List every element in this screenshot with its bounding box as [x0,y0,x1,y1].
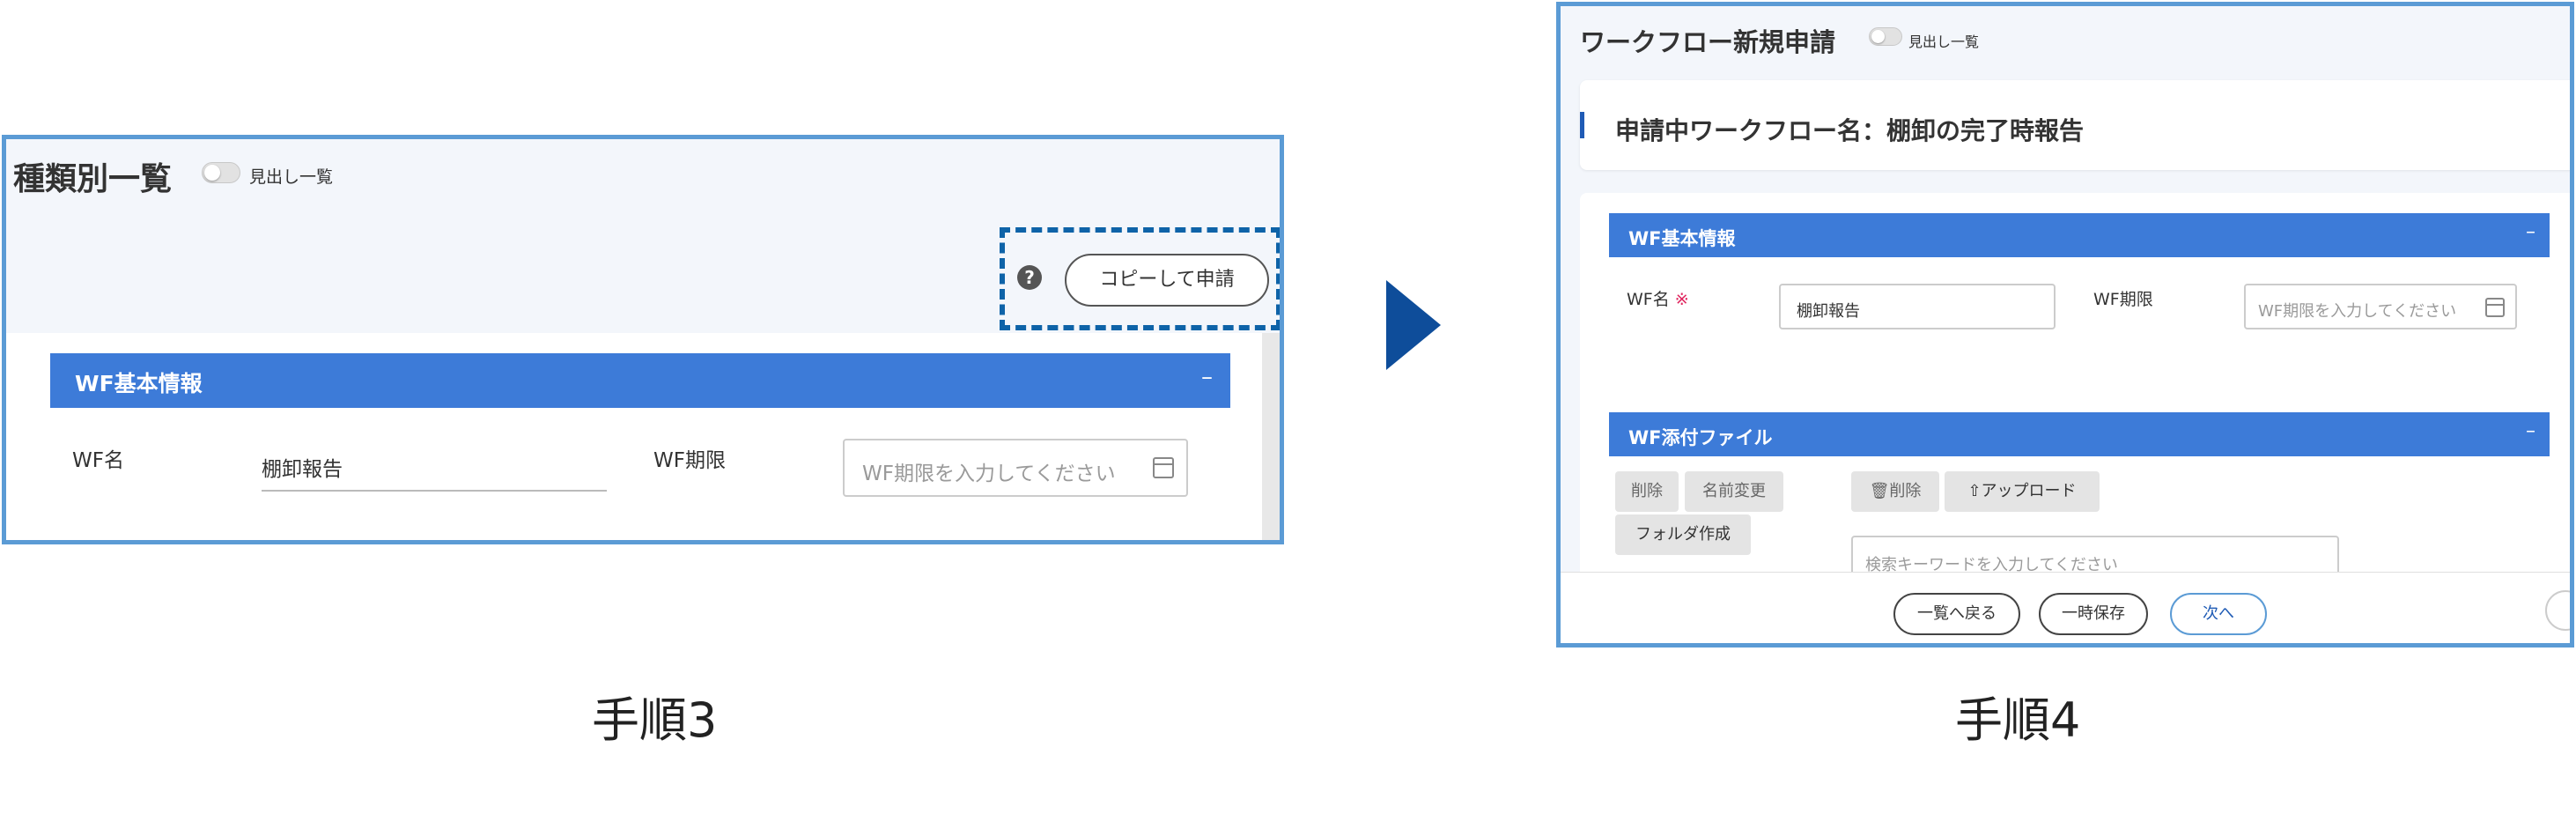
footer-action-bar: 一覧へ戻る 一時保存 次へ [1561,572,2570,643]
upload-button[interactable]: ⇧アップロード [1945,471,2100,512]
step4-caption: 手順4 [1955,692,2081,748]
page-title: 種類別一覧 [13,161,173,197]
accent-bar [1580,112,1584,138]
highlight-dashed-frame [1000,227,1280,330]
step4-screenshot-panel: ワークフロー新規申請 見出し一覧 申請中ワークフロー名：棚卸の完了時報告 WF基… [1556,2,2574,648]
delete-button[interactable]: 削除 [1615,471,1679,512]
heading-list-toggle[interactable] [202,162,240,183]
wf-period-placeholder: WF期限を入力してください [862,462,1116,485]
wf-period-input[interactable]: WF期限を入力してください [843,439,1188,497]
section-header-wf-basic-info: WF基本情報 – [50,353,1230,408]
collapse-icon[interactable]: – [1201,364,1213,390]
wf-period-label: WF期限 [2093,290,2153,309]
heading-list-toggle[interactable] [1869,27,1902,46]
required-mark: ※ [1674,290,1689,309]
upload-icon: ⇧ [1967,482,1982,500]
calendar-icon[interactable] [2485,298,2505,317]
section-title: WF基本情報 [75,371,203,396]
wf-name-value: 棚卸報告 [1797,302,1860,321]
wf-name-label-text: WF名 [1627,290,1670,309]
step3-screenshot-panel: 種類別一覧 見出し一覧 ? コピーして申請 WF基本情報 – WF名 棚卸報告 … [2,135,1284,544]
rename-button[interactable]: 名前変更 [1685,471,1783,512]
upload-label: アップロード [1981,482,2077,500]
collapse-icon[interactable]: – [2526,420,2535,442]
application-name: 申請中ワークフロー名：棚卸の完了時報告 [1615,116,2085,145]
heading-list-toggle-label: 見出し一覧 [249,167,334,187]
wf-name-field[interactable]: 棚卸報告 [262,452,343,482]
save-draft-button[interactable]: 一時保存 [2039,593,2148,635]
section-title: WF添付ファイル [1628,427,1773,448]
scroll-top-button[interactable] [2545,590,2570,631]
create-folder-button[interactable]: フォルダ作成 [1615,514,1751,555]
arrow-right-icon [1386,280,1441,370]
application-name-card: 申請中ワークフロー名：棚卸の完了時報告 [1580,80,2570,170]
wf-period-label: WF期限 [653,449,726,472]
back-to-list-button[interactable]: 一覧へ戻る [1893,593,2020,635]
page-title: ワークフロー新規申請 [1580,27,1836,57]
wf-name-field-underline [262,490,607,492]
wf-name-input[interactable]: 棚卸報告 [1779,284,2056,329]
wf-period-placeholder: WF期限を入力してください [2258,302,2457,321]
calendar-icon[interactable] [1153,457,1174,478]
trash-icon: 🗑 [1869,482,1890,500]
step3-caption: 手順3 [592,692,718,748]
wf-name-label: WF名 ※ [1627,286,1689,310]
scrollbar[interactable] [1262,333,1280,540]
next-button[interactable]: 次へ [2170,593,2267,635]
collapse-icon[interactable]: – [2526,221,2535,243]
wf-name-label: WF名 [72,449,124,472]
heading-list-toggle-label: 見出し一覧 [1908,33,1980,50]
wf-period-input[interactable]: WF期限を入力してください [2244,284,2517,329]
section-header-wf-basic-info: WF基本情報 – [1609,213,2550,257]
section-header-wf-attachments: WF添付ファイル – [1609,412,2550,456]
trash-delete-button[interactable]: 🗑削除 [1851,471,1939,512]
section-title: WF基本情報 [1628,228,1736,249]
trash-delete-label: 削除 [1889,482,1922,500]
